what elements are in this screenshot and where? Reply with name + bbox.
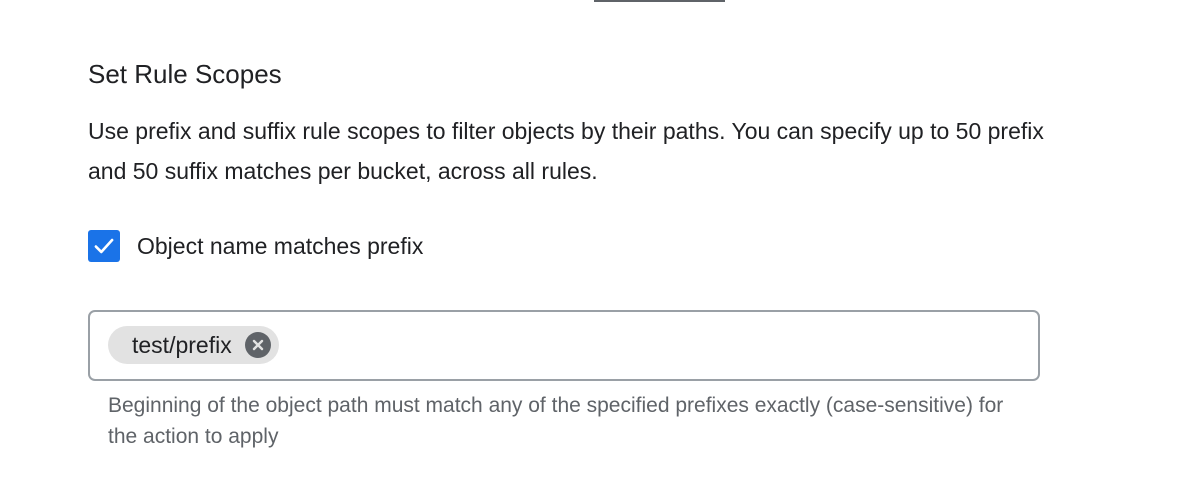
prefix-chip-label: test/prefix: [132, 332, 232, 358]
prefix-chip: test/prefix: [108, 326, 279, 364]
prefix-checkbox-label: Object name matches prefix: [137, 233, 424, 259]
prefix-checkbox-row[interactable]: Object name matches prefix: [88, 230, 423, 262]
top-divider: [594, 0, 725, 2]
cancel-icon: [252, 339, 263, 351]
section-title: Set Rule Scopes: [88, 59, 282, 89]
prefix-chip-input[interactable]: test/prefix: [88, 310, 1040, 381]
prefix-helper-text: Beginning of the object path must match …: [108, 394, 1004, 448]
section-description: Use prefix and suffix rule scopes to fil…: [88, 118, 1044, 184]
chip-remove-button[interactable]: [244, 332, 271, 358]
prefix-checkbox[interactable]: [88, 230, 120, 262]
rule-scopes-panel: Set Rule Scopes Use prefix and suffix ru…: [0, 0, 1194, 488]
check-icon: [94, 238, 114, 254]
